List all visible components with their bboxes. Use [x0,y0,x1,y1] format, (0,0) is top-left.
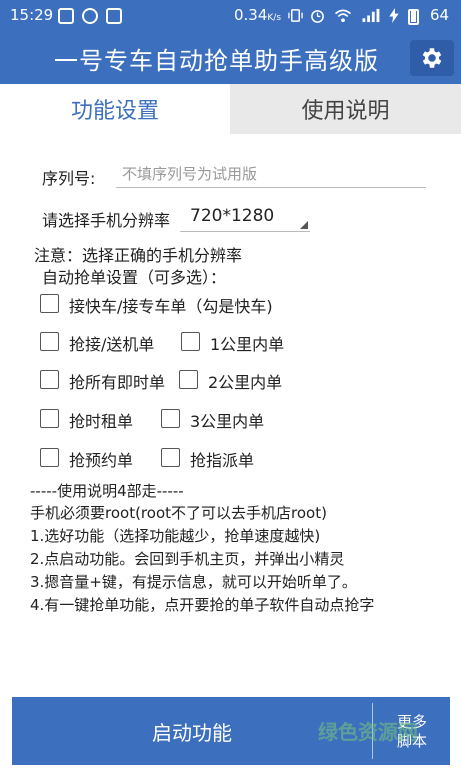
checkbox-2km[interactable] [179,370,198,389]
resolution-label: 请选择手机分辨率 [42,211,171,230]
instruction-line: 3.摁音量+键，有提示信息，就可以开始听单了。 [30,573,357,591]
dropdown-triangle-icon [300,221,308,229]
option-3km-label: 3公里内单 [190,412,265,431]
tab-function-settings[interactable]: 功能设置 [0,84,230,134]
vibrate-icon [288,9,303,22]
instruction-line: 2.点启动功能。会回到手机主页，并弹出小精灵 [30,550,345,568]
watermark: 绿色资源网 [318,720,418,744]
battery-icon [408,9,419,25]
auto-grab-title: 自动抢单设置（可多选）： [42,268,227,287]
checkbox-airport[interactable] [40,332,59,351]
checkbox-express-car[interactable] [40,294,59,313]
battery-percent: 64 [430,6,450,24]
settings-button[interactable] [410,40,454,76]
signal-icon [362,8,380,23]
checkbox-3km[interactable] [161,409,180,428]
gear-icon [422,48,442,68]
option-reservation-label: 抢预约单 [69,451,134,470]
resolution-dropdown[interactable]: 720*1280 [180,202,310,232]
tab-instructions[interactable]: 使用说明 [230,84,461,134]
checkbox-hourly[interactable] [40,409,59,428]
option-hourly-label: 抢时租单 [69,412,134,431]
option-2km-label: 2公里内单 [208,373,283,392]
checkbox-1km[interactable] [181,332,200,351]
checkbox-reservation[interactable] [40,448,59,467]
app-notification-icon [106,8,122,24]
app-title: 一号专车自动抢单助手高级版 [54,47,379,75]
alarm-icon [311,10,324,23]
network-speed: 0.34K/s [234,6,282,24]
option-1km-label: 1公里内单 [210,335,285,354]
wifi-icon [334,9,352,23]
resolution-value: 720*1280 [190,206,275,226]
status-bar: 15:29 0.34K/s 64 [0,0,461,32]
option-dispatch-label: 抢指派单 [190,451,255,470]
option-airport-label: 抢接/送机单 [69,335,155,354]
title-bar: 一号专车自动抢单助手高级版 [0,32,461,84]
serial-input[interactable] [116,160,426,188]
tab-bar: 功能设置 使用说明 [0,84,461,134]
option-express-car-label: 接快车/接专车单（勾是快车) [69,297,273,316]
checkbox-instant[interactable] [40,370,59,389]
instruction-line: 手机必须要root(root不了可以去手机店root) [30,504,327,522]
checkbox-dispatch[interactable] [161,448,180,467]
instruction-line: 1.选好功能（选择功能越少，抢单速度越快) [30,527,321,545]
serial-label: 序列号: [42,169,96,188]
charging-icon [389,8,399,23]
resolution-notice: 注意：选择正确的手机分辨率 [34,246,243,265]
image-notification-icon [58,8,74,24]
status-time: 15:29 [10,6,54,24]
option-instant-label: 抢所有即时单 [69,373,166,392]
instructions-heading: -----使用说明4部走----- [30,482,184,500]
instruction-line: 4.有一键抢单功能，点开要抢的单子软件自动点抢字 [30,596,375,614]
check-notification-icon [82,8,98,24]
